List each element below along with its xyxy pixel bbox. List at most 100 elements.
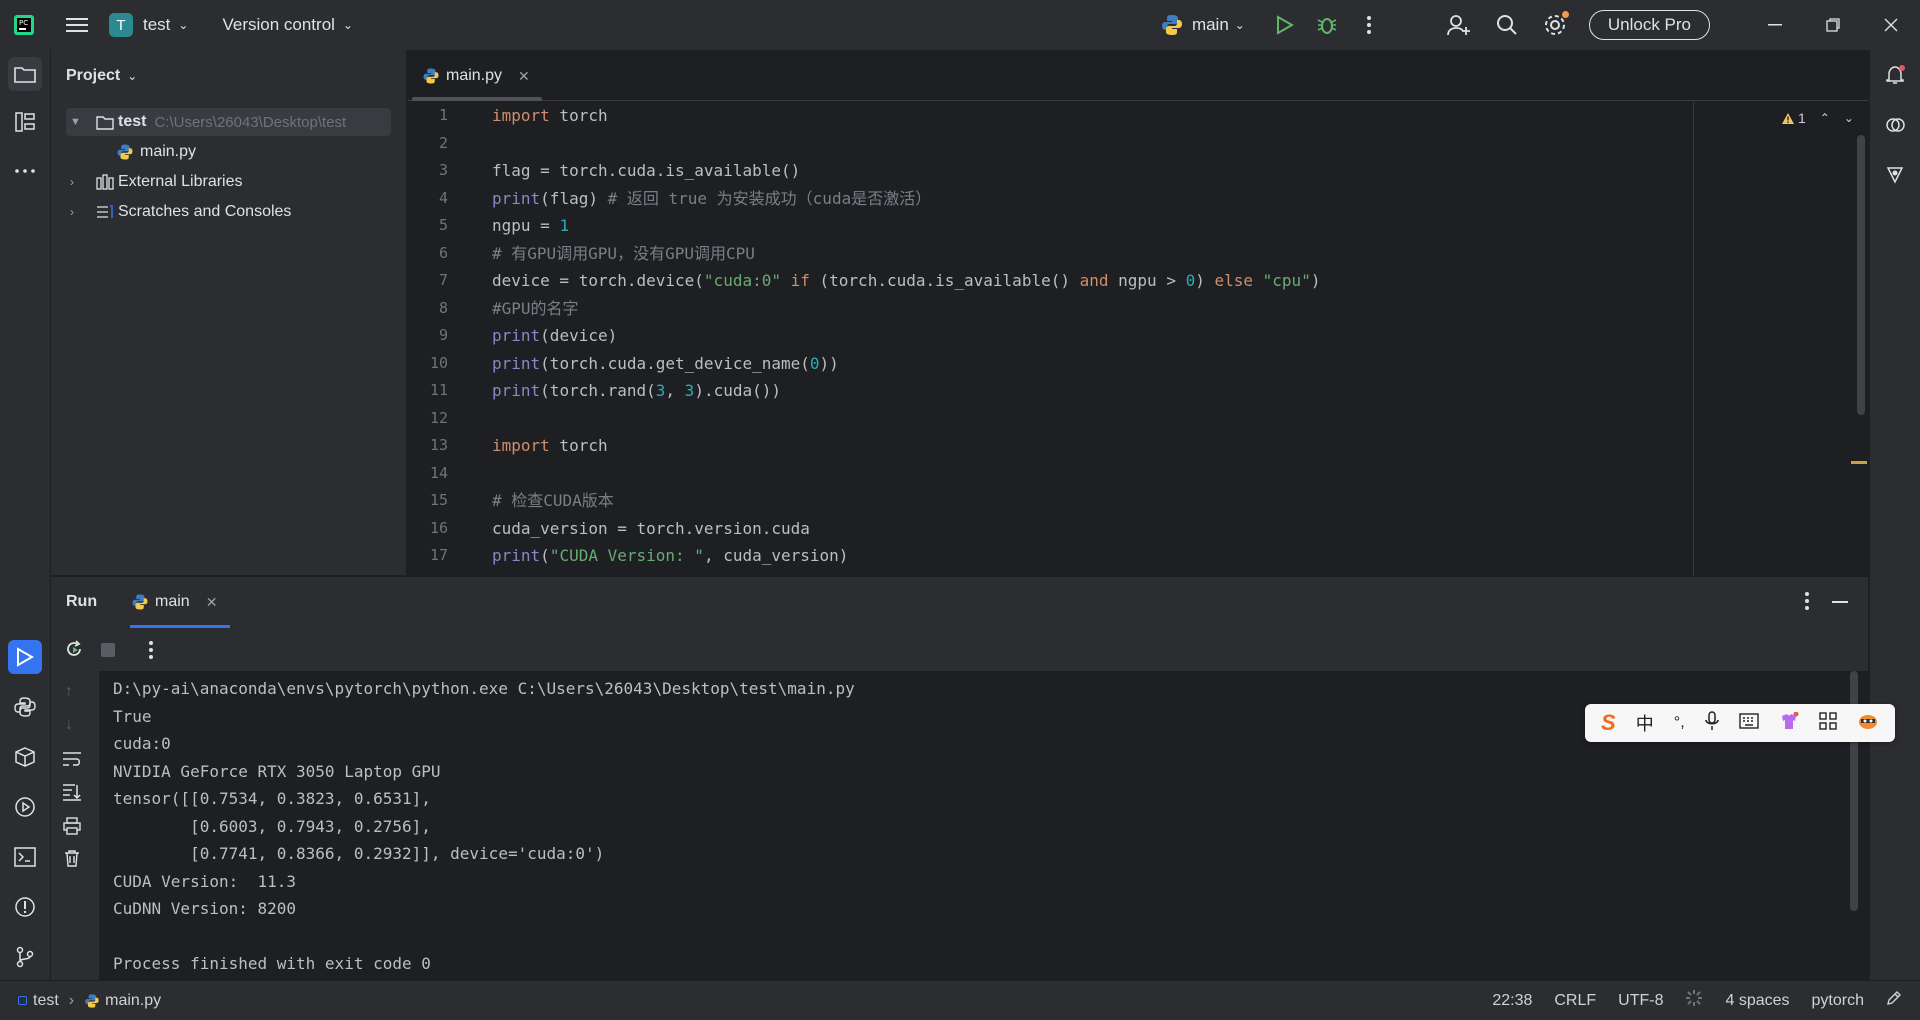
- ime-punct-toggle[interactable]: °,: [1674, 714, 1685, 732]
- minimize-icon[interactable]: [1750, 5, 1800, 45]
- ime-mode-toggle[interactable]: 中: [1636, 710, 1654, 736]
- run-tab-underline: [130, 625, 230, 628]
- tree-external-libraries[interactable]: › External Libraries: [66, 168, 391, 196]
- print-icon[interactable]: [63, 817, 81, 840]
- project-folder-icon[interactable]: [8, 57, 42, 91]
- scroll-to-end-icon[interactable]: [62, 783, 82, 806]
- services-icon[interactable]: [8, 790, 42, 824]
- chevron-up-icon[interactable]: ⌃: [1820, 111, 1830, 125]
- file-encoding[interactable]: UTF-8: [1618, 992, 1663, 1010]
- mascot-icon[interactable]: [1857, 712, 1879, 735]
- rerun-icon[interactable]: [64, 639, 84, 664]
- search-icon[interactable]: [1487, 5, 1527, 45]
- run-config-selector[interactable]: main ⌄: [1160, 13, 1245, 37]
- caret-position[interactable]: 22:38: [1492, 992, 1532, 1010]
- tab-label: main.py: [446, 67, 503, 84]
- line-ending[interactable]: CRLF: [1554, 992, 1596, 1010]
- editor-tabs: main.py ✕: [408, 50, 1868, 101]
- code-line: print(torch.rand(3, 3).cuda()): [492, 381, 782, 400]
- inspection-widget[interactable]: 1 ⌃ ⌄: [1781, 110, 1854, 126]
- project-pane-header[interactable]: Project ⌄: [51, 50, 406, 102]
- unlock-pro-button[interactable]: Unlock Pro: [1588, 10, 1710, 40]
- vcs-selector[interactable]: Version control ⌄: [222, 15, 353, 35]
- indent-setting[interactable]: 4 spaces: [1725, 992, 1789, 1010]
- trash-icon[interactable]: [64, 849, 80, 872]
- tree-scratches[interactable]: › Scratches and Consoles: [66, 198, 391, 226]
- warning-marker[interactable]: [1851, 461, 1867, 464]
- restore-icon[interactable]: [1808, 5, 1858, 45]
- breadcrumb-project[interactable]: test: [33, 992, 59, 1010]
- chevron-down-icon[interactable]: ▼: [70, 116, 90, 128]
- chevron-right-icon[interactable]: ›: [70, 175, 90, 189]
- terminal-icon[interactable]: [8, 840, 42, 874]
- toolbox-grid-icon[interactable]: [1819, 711, 1837, 735]
- code-line: #GPU的名字: [492, 298, 579, 318]
- breadcrumb: test › main.py: [18, 992, 161, 1010]
- microphone-icon[interactable]: [1704, 710, 1719, 736]
- pycharm-logo-icon[interactable]: PC: [4, 5, 44, 45]
- structure-icon[interactable]: [8, 105, 42, 139]
- chevron-right-icon[interactable]: ›: [70, 205, 90, 219]
- tab-main-py[interactable]: main.py ✕: [422, 60, 530, 92]
- root-folder-name: test: [118, 113, 147, 130]
- add-user-icon[interactable]: [1439, 5, 1479, 45]
- ai-assistant-icon[interactable]: [1878, 108, 1912, 142]
- breadcrumb-file[interactable]: main.py: [105, 992, 161, 1010]
- line-number: 12: [429, 408, 448, 427]
- git-icon[interactable]: [8, 940, 42, 974]
- project-pane: Project ⌄ ▼ test C:\Users\26043\Desktop\…: [51, 50, 407, 575]
- keyboard-icon[interactable]: [1739, 712, 1759, 734]
- line-number: 17: [429, 546, 448, 564]
- hide-panel-icon[interactable]: [1832, 601, 1848, 603]
- run-tab-main[interactable]: main ✕: [131, 589, 217, 615]
- run-tab-label: main: [155, 593, 190, 610]
- more-options-icon[interactable]: [148, 640, 154, 665]
- chevron-down-icon[interactable]: ⌄: [1844, 111, 1854, 125]
- python-interpreter[interactable]: pytorch: [1812, 992, 1864, 1010]
- tree-root-test[interactable]: ▼ test C:\Users\26043\Desktop\test: [66, 108, 391, 136]
- run-icon[interactable]: [1265, 5, 1305, 45]
- editor-scrollbar[interactable]: [1857, 135, 1865, 415]
- arrow-down-icon[interactable]: ↓: [65, 716, 73, 734]
- python-console-icon[interactable]: [8, 690, 42, 724]
- vcs-label: Version control: [222, 15, 335, 34]
- main-menu-icon[interactable]: [57, 5, 97, 45]
- more-actions-icon[interactable]: [1349, 5, 1389, 45]
- console-line: CUDA Version: 11.3: [113, 871, 297, 891]
- more-tools-icon[interactable]: [8, 154, 42, 188]
- debug-icon[interactable]: [1307, 5, 1347, 45]
- stop-icon[interactable]: [101, 643, 115, 657]
- chevron-down-icon: ⌄: [178, 18, 189, 32]
- notifications-icon[interactable]: [1878, 58, 1912, 92]
- chevron-down-icon: ⌄: [1234, 18, 1245, 32]
- file-name-main: main.py: [140, 143, 197, 160]
- project-selector[interactable]: T test ⌄: [109, 13, 188, 37]
- code-line: ngpu = 1: [492, 216, 570, 235]
- console-line: D:\py-ai\anaconda\envs\pytorch\python.ex…: [113, 679, 855, 698]
- console-line: True: [113, 706, 152, 726]
- skin-icon[interactable]: [1779, 711, 1799, 735]
- python-packages-icon[interactable]: [8, 740, 42, 774]
- problems-icon[interactable]: [8, 890, 42, 924]
- run-panel-options-icon[interactable]: [1804, 591, 1810, 616]
- settings-gear-icon[interactable]: [1535, 5, 1575, 45]
- chevron-down-icon: ⌄: [127, 69, 138, 83]
- close-window-icon[interactable]: [1866, 5, 1916, 45]
- close-tab-icon[interactable]: ✕: [518, 68, 530, 85]
- close-tab-icon[interactable]: ✕: [206, 594, 218, 611]
- console-line: Process finished with exit code 0: [113, 954, 431, 973]
- run-tool-icon[interactable]: [8, 640, 42, 674]
- console-line: tensor([[0.7534, 0.3823, 0.6531],: [113, 789, 431, 808]
- plugin-icon[interactable]: [1878, 158, 1912, 192]
- read-only-toggle-icon[interactable]: [1886, 990, 1902, 1011]
- code-content[interactable]: import torch flag = torch.cuda.is_availa…: [492, 102, 1320, 570]
- folder-icon: [96, 115, 114, 130]
- arrow-up-icon[interactable]: ↑: [65, 683, 73, 701]
- tree-file-main[interactable]: main.py: [116, 138, 376, 166]
- line-number: 14: [429, 463, 448, 482]
- soft-wrap-icon[interactable]: [62, 751, 82, 772]
- line-number-gutter: 1 2 3 4 5 6 7 8 9 10 11 12 13 14 15 16 17: [408, 102, 448, 570]
- sogou-logo-icon[interactable]: S: [1601, 710, 1616, 736]
